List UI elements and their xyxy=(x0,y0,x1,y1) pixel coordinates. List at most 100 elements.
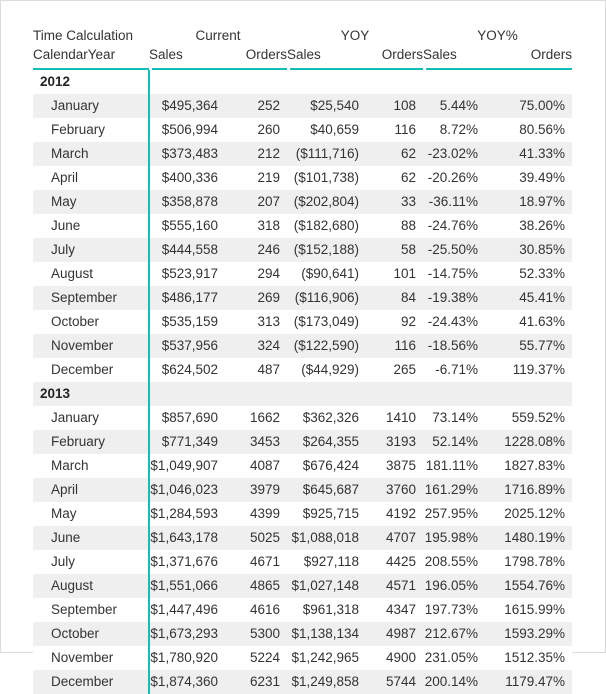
matrix-visual[interactable]: Time Calculation Current YOY YOY% Calend… xyxy=(33,28,573,694)
cell-yoypct-orders[interactable]: 1228.08% xyxy=(485,430,573,454)
cell-yoypct-sales[interactable]: 161.29% xyxy=(423,478,486,502)
cell-current-orders[interactable]: 252 xyxy=(225,94,288,118)
cell-current-sales[interactable]: $1,673,293 xyxy=(148,622,225,646)
cell-current-sales[interactable]: $1,049,907 xyxy=(148,454,225,478)
row-header-month[interactable]: November xyxy=(33,646,149,670)
cell-yoypct-sales[interactable]: -20.26% xyxy=(423,166,486,190)
row-header-month[interactable]: July xyxy=(33,550,149,574)
cell-yoy-orders[interactable] xyxy=(366,69,424,94)
cell-yoy-orders[interactable]: 108 xyxy=(366,94,424,118)
row-header-month[interactable]: July xyxy=(33,238,149,262)
column-group-current[interactable]: Current xyxy=(149,28,287,47)
cell-yoy-sales[interactable]: $1,027,148 xyxy=(287,574,367,598)
cell-current-sales[interactable] xyxy=(148,382,225,406)
cell-yoy-orders[interactable]: 33 xyxy=(366,190,424,214)
matrix-month-row[interactable]: September $1,447,496 4616 $961,318 4347 197.7… xyxy=(33,598,573,622)
cell-yoy-orders[interactable]: 4987 xyxy=(366,622,424,646)
cell-current-orders[interactable]: 4671 xyxy=(225,550,288,574)
cell-current-sales[interactable]: $857,690 xyxy=(148,406,225,430)
matrix-month-row[interactable]: April $1,046,023 3979 $645,687 3760 161.29% 17… xyxy=(33,478,573,502)
cell-yoy-sales[interactable]: ($152,188) xyxy=(287,238,367,262)
cell-yoy-sales[interactable]: $40,659 xyxy=(287,118,367,142)
cell-yoypct-sales[interactable]: 212.67% xyxy=(423,622,486,646)
cell-yoypct-sales[interactable]: -24.76% xyxy=(423,214,486,238)
cell-current-orders[interactable] xyxy=(225,382,288,406)
cell-yoy-orders[interactable]: 116 xyxy=(366,334,424,358)
cell-current-orders[interactable] xyxy=(225,69,288,94)
row-header-month[interactable]: January xyxy=(33,406,149,430)
cell-yoy-orders[interactable]: 84 xyxy=(366,286,424,310)
cell-current-sales[interactable]: $624,502 xyxy=(148,358,225,382)
cell-current-orders[interactable]: 6231 xyxy=(225,670,288,694)
cell-yoy-sales[interactable]: $1,242,965 xyxy=(287,646,367,670)
row-header-month[interactable]: September xyxy=(33,598,149,622)
cell-yoypct-orders[interactable]: 75.00% xyxy=(485,94,573,118)
cell-current-orders[interactable]: 294 xyxy=(225,262,288,286)
matrix-month-row[interactable]: June $1,643,178 5025 $1,088,018 4707 195.98% 1… xyxy=(33,526,573,550)
cell-current-orders[interactable]: 260 xyxy=(225,118,288,142)
cell-yoypct-orders[interactable]: 2025.12% xyxy=(485,502,573,526)
cell-yoy-sales[interactable]: ($111,716) xyxy=(287,142,367,166)
row-header-month[interactable]: August xyxy=(33,574,149,598)
cell-yoypct-sales[interactable]: -14.75% xyxy=(423,262,486,286)
cell-current-orders[interactable]: 5025 xyxy=(225,526,288,550)
cell-current-orders[interactable]: 4087 xyxy=(225,454,288,478)
matrix-month-row[interactable]: September $486,177 269 ($116,906) 84 -19.38% 4… xyxy=(33,286,573,310)
cell-yoypct-sales[interactable]: 181.11% xyxy=(423,454,486,478)
cell-yoy-sales[interactable]: $961,318 xyxy=(287,598,367,622)
matrix-month-row[interactable]: July $444,558 246 ($152,188) 58 -25.50% 30.85% xyxy=(33,238,573,262)
row-header-month[interactable]: February xyxy=(33,118,149,142)
cell-yoy-orders[interactable]: 58 xyxy=(366,238,424,262)
cell-yoypct-sales[interactable]: -19.38% xyxy=(423,286,486,310)
cell-current-sales[interactable]: $1,371,676 xyxy=(148,550,225,574)
matrix-month-row[interactable]: February $506,994 260 $40,659 116 8.72% 80.56% xyxy=(33,118,573,142)
row-header-month[interactable]: March xyxy=(33,454,149,478)
row-header-month[interactable]: December xyxy=(33,358,149,382)
cell-yoy-orders[interactable]: 62 xyxy=(366,166,424,190)
cell-yoy-orders[interactable] xyxy=(366,382,424,406)
cell-yoy-orders[interactable]: 92 xyxy=(366,310,424,334)
matrix-year-row[interactable]: 2012 xyxy=(33,69,573,94)
cell-yoypct-orders[interactable]: 41.63% xyxy=(485,310,573,334)
row-header-month[interactable]: November xyxy=(33,334,149,358)
cell-yoy-orders[interactable]: 4347 xyxy=(366,598,424,622)
cell-yoypct-orders[interactable]: 1554.76% xyxy=(485,574,573,598)
cell-yoypct-sales[interactable] xyxy=(423,382,486,406)
matrix-month-row[interactable]: June $555,160 318 ($182,680) 88 -24.76% 38.26% xyxy=(33,214,573,238)
matrix-month-row[interactable]: January $857,690 1662 $362,326 1410 73.14% 559… xyxy=(33,406,573,430)
cell-current-orders[interactable]: 318 xyxy=(225,214,288,238)
matrix-month-row[interactable]: December $624,502 487 ($44,929) 265 -6.71% 119… xyxy=(33,358,573,382)
cell-yoy-orders[interactable]: 116 xyxy=(366,118,424,142)
cell-yoy-sales[interactable]: ($101,738) xyxy=(287,166,367,190)
cell-yoy-sales[interactable]: ($122,590) xyxy=(287,334,367,358)
cell-yoy-sales[interactable]: $676,424 xyxy=(287,454,367,478)
cell-current-orders[interactable]: 4865 xyxy=(225,574,288,598)
cell-yoypct-sales[interactable] xyxy=(423,69,486,94)
row-header-month[interactable]: March xyxy=(33,142,149,166)
cell-yoypct-sales[interactable]: -6.71% xyxy=(423,358,486,382)
cell-yoy-orders[interactable]: 62 xyxy=(366,142,424,166)
cell-current-sales[interactable] xyxy=(148,69,225,94)
row-header-month[interactable]: February xyxy=(33,430,149,454)
cell-current-orders[interactable]: 269 xyxy=(225,286,288,310)
cell-current-sales[interactable]: $1,046,023 xyxy=(148,478,225,502)
cell-current-sales[interactable]: $358,878 xyxy=(148,190,225,214)
cell-current-orders[interactable]: 3979 xyxy=(225,478,288,502)
matrix-month-row[interactable]: April $400,336 219 ($101,738) 62 -20.26% 39.49… xyxy=(33,166,573,190)
cell-current-orders[interactable]: 487 xyxy=(225,358,288,382)
cell-yoy-sales[interactable]: ($116,906) xyxy=(287,286,367,310)
cell-current-sales[interactable]: $506,994 xyxy=(148,118,225,142)
cell-current-sales[interactable]: $1,780,920 xyxy=(148,646,225,670)
cell-yoy-orders[interactable]: 3875 xyxy=(366,454,424,478)
row-header-month[interactable]: September xyxy=(33,286,149,310)
row-header-month[interactable]: May xyxy=(33,190,149,214)
row-header-month[interactable]: December xyxy=(33,670,149,694)
matrix-month-row[interactable]: May $358,878 207 ($202,804) 33 -36.11% 18.97% xyxy=(33,190,573,214)
column-header-yoypct-orders[interactable]: Orders xyxy=(485,47,573,70)
cell-current-sales[interactable]: $537,956 xyxy=(148,334,225,358)
cell-current-sales[interactable]: $1,447,496 xyxy=(148,598,225,622)
matrix-month-row[interactable]: July $1,371,676 4671 $927,118 4425 208.55% 179… xyxy=(33,550,573,574)
row-header-year[interactable]: 2013 xyxy=(33,382,149,406)
matrix-month-row[interactable]: March $1,049,907 4087 $676,424 3875 181.11% 18… xyxy=(33,454,573,478)
matrix-month-row[interactable]: December $1,874,360 6231 $1,249,858 5744 200.… xyxy=(33,670,573,694)
